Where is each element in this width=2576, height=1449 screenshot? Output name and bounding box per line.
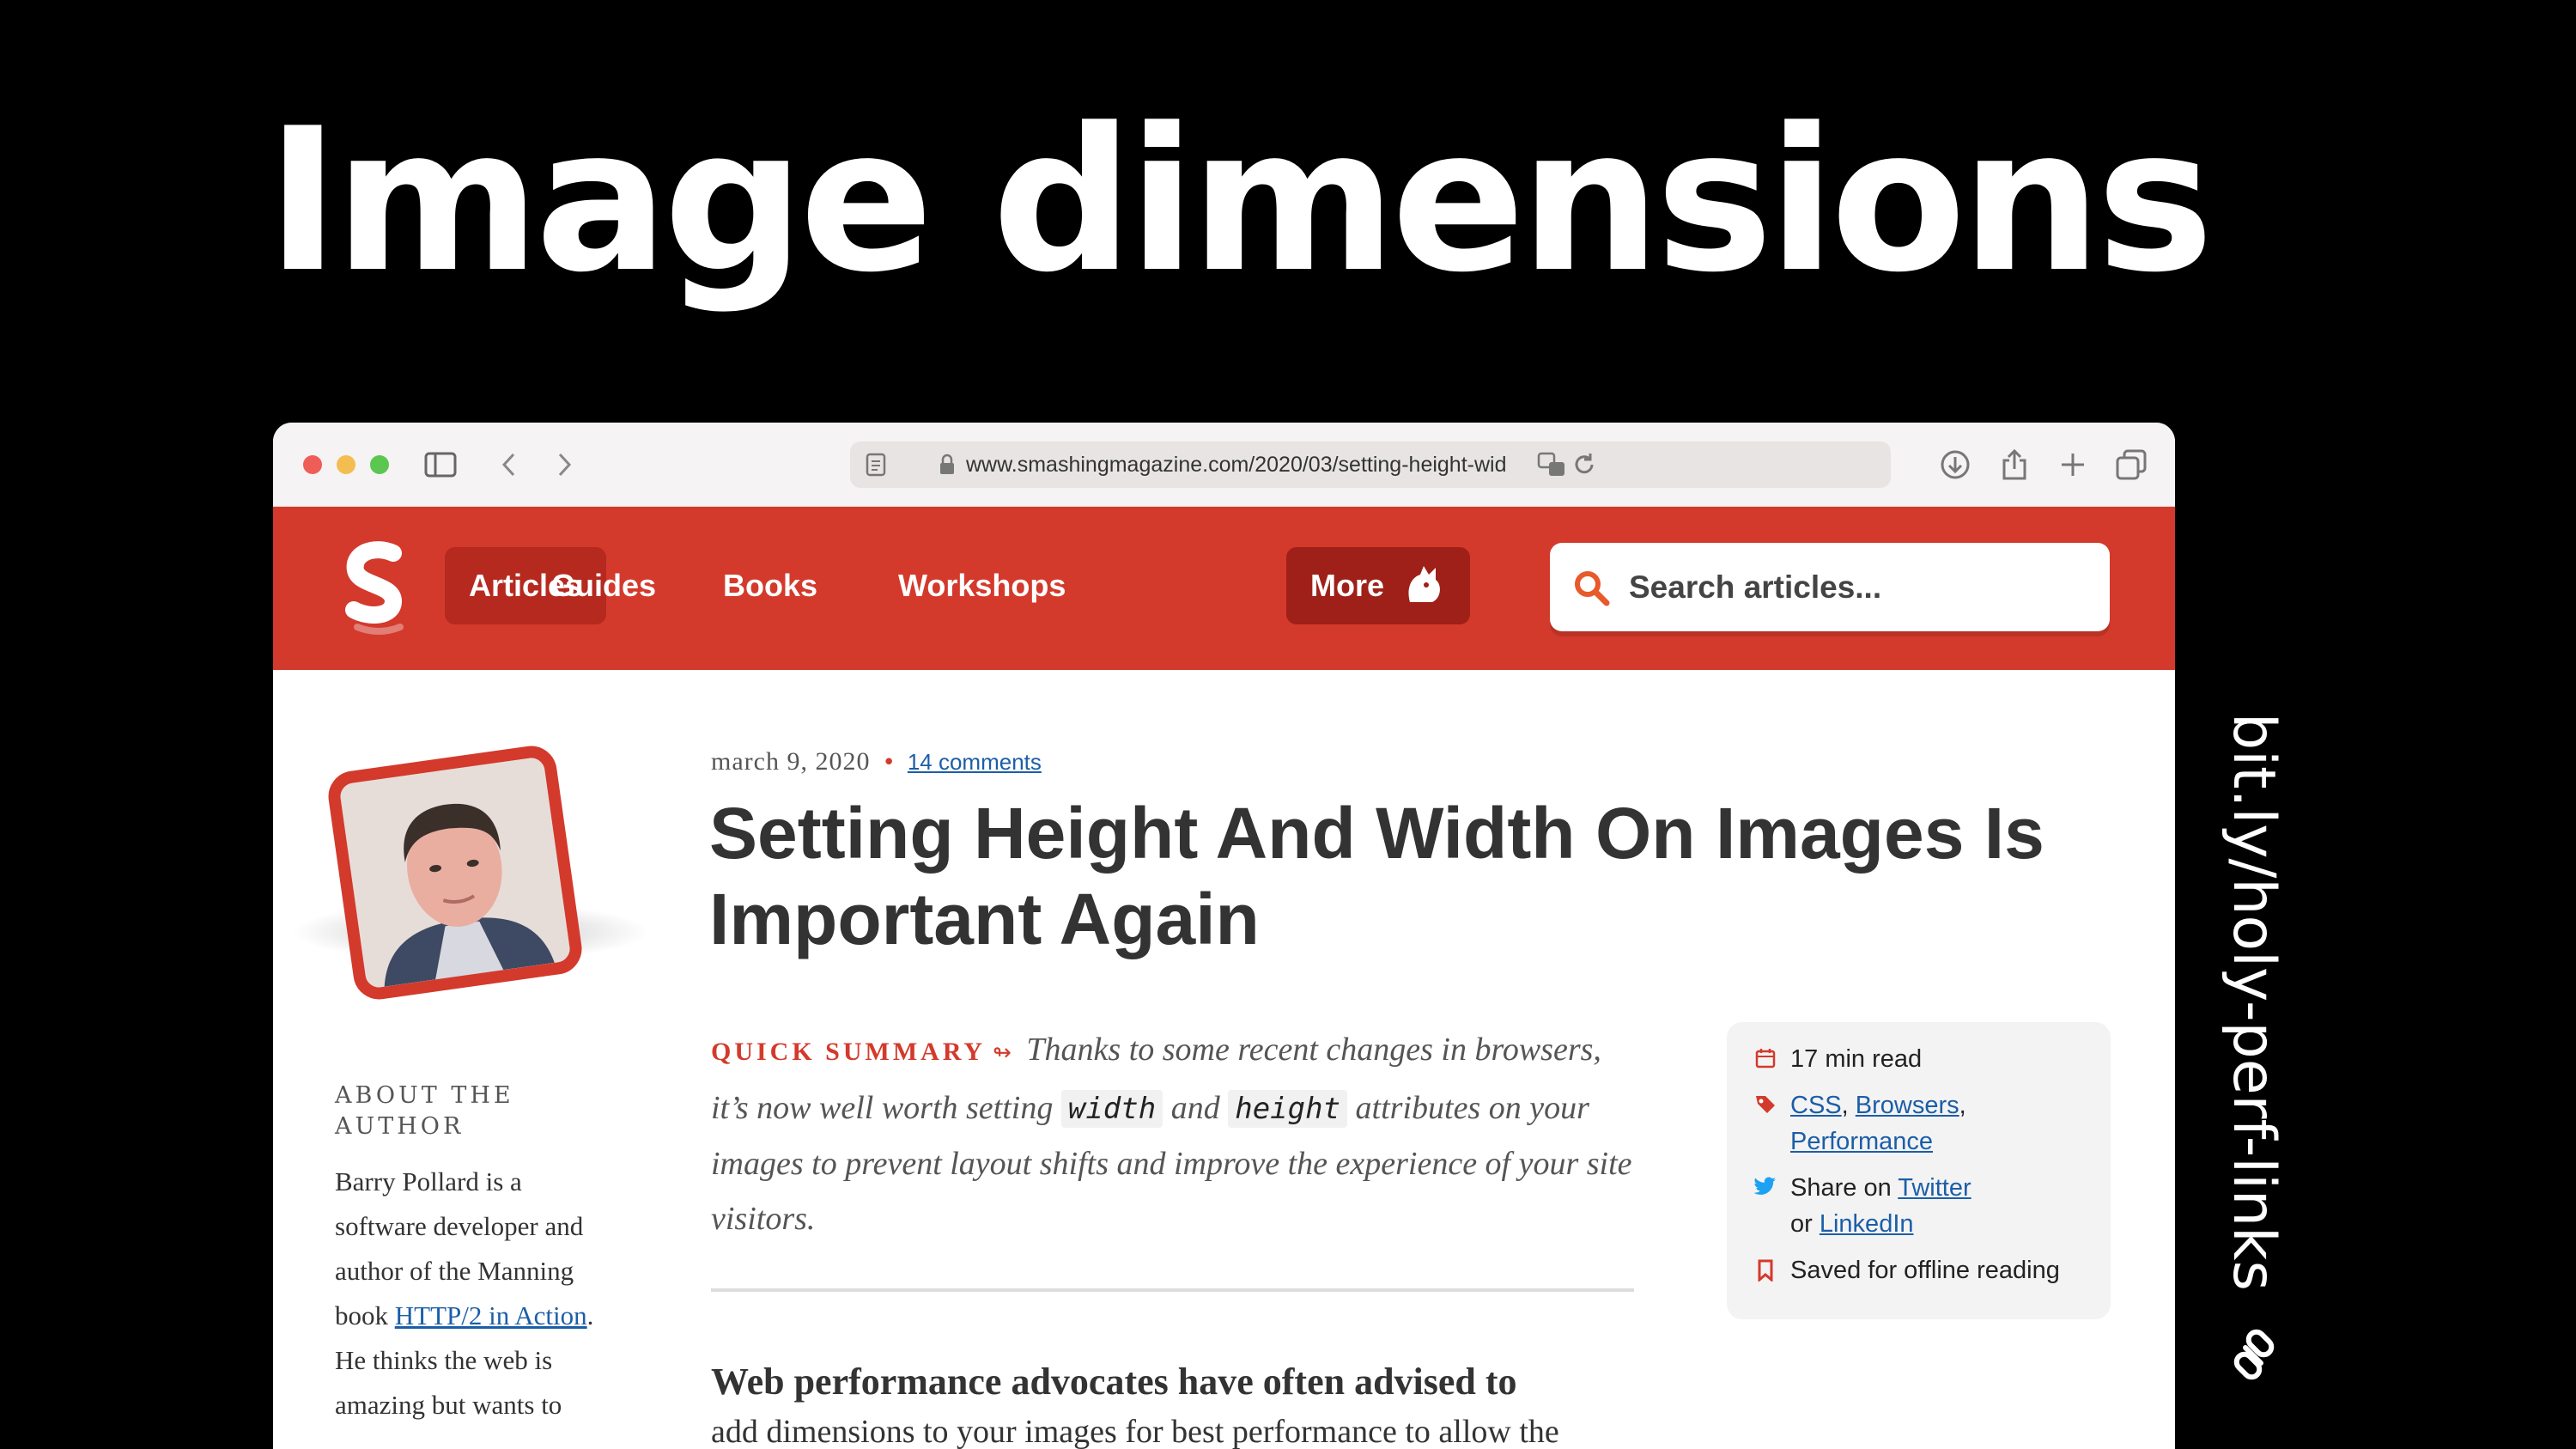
summary-arrow-icon: ↬: [993, 1040, 1012, 1065]
about-author-label: ABOUT THE AUTHOR: [335, 1082, 514, 1140]
search-box[interactable]: [1550, 543, 2110, 631]
author-book-link[interactable]: HTTP/2 in Action: [395, 1300, 587, 1330]
bookmark-icon: [1753, 1252, 1778, 1288]
new-tab-icon[interactable]: [2053, 445, 2093, 484]
tag-performance[interactable]: Performance: [1790, 1128, 1933, 1155]
nav-books[interactable]: Books: [699, 547, 841, 624]
reader-view-icon[interactable]: [866, 453, 886, 480]
code-width: width: [1060, 1090, 1163, 1128]
quick-summary: QUICK SUMMARY ↬ Thanks to some recent cha…: [711, 1022, 1638, 1246]
calendar-icon: [1753, 1041, 1778, 1077]
browser-toolbar: www.smashingmagazine.com/2020/03/setting…: [273, 423, 2175, 507]
translate-icon[interactable]: [1537, 452, 1566, 481]
tags-row: CSS, Browsers, Performance: [1753, 1087, 2085, 1160]
search-input[interactable]: [1629, 569, 2075, 606]
search-icon: [1572, 569, 1610, 606]
zoom-window-button[interactable]: [370, 455, 389, 474]
code-height: height: [1228, 1090, 1348, 1128]
author-bio: Barry Pollard is a software developer an…: [335, 1160, 618, 1428]
read-time-row: 17 min read: [1753, 1041, 2085, 1077]
side-link: bit.ly/holy-perf-links: [2220, 713, 2287, 1385]
summary-and: and: [1170, 1090, 1220, 1126]
summary-divider: [711, 1288, 1634, 1292]
quick-summary-label: QUICK SUMMARY: [711, 1038, 987, 1066]
article-page: ABOUT THE AUTHOR Barry Pollard is a soft…: [273, 670, 2175, 1449]
share-on-label: Share on: [1790, 1174, 1892, 1202]
nav-more[interactable]: More: [1286, 547, 1471, 624]
article-date: march 9, 2020: [711, 747, 871, 776]
lock-icon: [939, 454, 956, 479]
share-icon[interactable]: [1995, 445, 2034, 484]
browser-window: www.smashingmagazine.com/2020/03/setting…: [273, 423, 2175, 1449]
article-lead: Web performance advocates have often adv…: [711, 1361, 1517, 1403]
back-icon[interactable]: [489, 445, 529, 484]
nav-more-label: More: [1310, 568, 1385, 603]
forward-icon[interactable]: [544, 445, 584, 484]
comments-link[interactable]: 14 comments: [908, 749, 1042, 776]
article-body-line: add dimensions to your images for best p…: [711, 1414, 1559, 1449]
nav-guides[interactable]: Guides: [527, 547, 680, 624]
site-header: Articles Guides Books Workshops More: [273, 507, 2175, 670]
tag-css[interactable]: CSS: [1790, 1092, 1842, 1119]
link-icon: [2224, 1325, 2284, 1385]
read-time: 17 min read: [1790, 1045, 1923, 1073]
close-window-button[interactable]: [303, 455, 322, 474]
slide-title: Image dimensions: [266, 87, 2214, 316]
meta-separator: •: [882, 750, 896, 776]
share-row: Share on Twitter or LinkedIn: [1753, 1170, 2085, 1242]
cat-mascot-icon: [1408, 566, 1440, 602]
nav-workshops[interactable]: Workshops: [874, 547, 1090, 624]
article-meta: march 9, 2020 • 14 comments: [711, 747, 1042, 776]
tag-browsers[interactable]: Browsers: [1856, 1092, 1959, 1119]
tab-overview-icon[interactable]: [2111, 445, 2151, 484]
twitter-icon: [1753, 1170, 1778, 1242]
share-twitter-link[interactable]: Twitter: [1898, 1174, 1971, 1202]
sidebar-toggle-icon[interactable]: [421, 445, 460, 484]
side-link-text: bit.ly/holy-perf-links: [2220, 713, 2287, 1291]
address-bar[interactable]: www.smashingmagazine.com/2020/03/setting…: [850, 441, 1891, 488]
downloads-icon[interactable]: [1935, 445, 1975, 484]
share-or-label: or: [1790, 1210, 1813, 1238]
smashing-logo-icon[interactable]: [340, 541, 417, 644]
author-avatar[interactable]: [325, 742, 586, 1003]
article-title: Setting Height And Width On Images Is Im…: [709, 793, 2044, 959]
reload-icon[interactable]: [1571, 452, 1597, 481]
tag-icon: [1753, 1087, 1778, 1160]
share-linkedin-link[interactable]: LinkedIn: [1820, 1210, 1914, 1238]
share-text: Share on Twitter or LinkedIn: [1790, 1170, 1971, 1242]
saved-row: Saved for offline reading: [1753, 1252, 2085, 1288]
saved-offline[interactable]: Saved for offline reading: [1790, 1252, 2060, 1288]
article-info-box: 17 min read CSS, Browsers, Performance Sh…: [1727, 1022, 2111, 1319]
url-text[interactable]: www.smashingmagazine.com/2020/03/setting…: [966, 453, 1533, 478]
tags-list: CSS, Browsers, Performance: [1790, 1092, 1966, 1155]
minimize-window-button[interactable]: [337, 455, 355, 474]
